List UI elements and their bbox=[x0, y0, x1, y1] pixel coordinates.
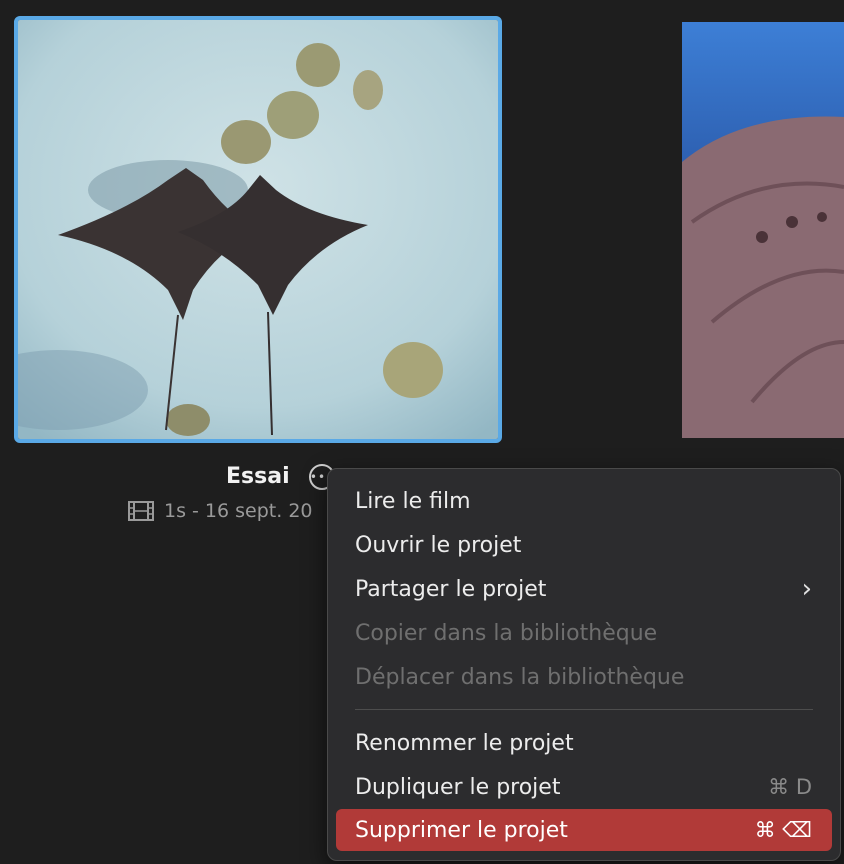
project-meta-text: 1s - 16 sept. 20 bbox=[164, 500, 313, 522]
shortcut-delete: ⌘ ⌫ bbox=[754, 818, 812, 842]
menu-item-delete-project[interactable]: Supprimer le projet ⌘ ⌫ bbox=[336, 809, 832, 851]
menu-item-share-project[interactable]: Partager le projet › bbox=[336, 568, 832, 610]
project-thumbnail-2[interactable] bbox=[682, 22, 844, 438]
project-context-menu: Lire le film Ouvrir le projet Partager l… bbox=[327, 468, 841, 861]
menu-item-copy-to-library: Copier dans la bibliothèque bbox=[355, 620, 658, 646]
manatee-image bbox=[682, 22, 844, 438]
menu-item-rename-project[interactable]: Renommer le projet bbox=[336, 722, 832, 764]
menu-item-move-to-library: Déplacer dans la bibliothèque bbox=[355, 664, 685, 690]
menu-separator bbox=[355, 709, 813, 710]
project-title[interactable]: Essai bbox=[226, 464, 290, 489]
shortcut-duplicate: ⌘ D bbox=[768, 775, 812, 799]
menu-item-duplicate-project[interactable]: Dupliquer le projet ⌘ D bbox=[336, 766, 832, 808]
projects-browser: Essai ••• 1s - 16 sept. 20 Lire le film … bbox=[0, 0, 844, 864]
manta-rays-image bbox=[18, 20, 498, 439]
menu-item-play-movie[interactable]: Lire le film bbox=[336, 480, 832, 522]
project-meta: 1s - 16 sept. 20 bbox=[128, 500, 313, 522]
project-thumbnail-essai[interactable] bbox=[14, 16, 502, 443]
menu-item-open-project[interactable]: Ouvrir le projet bbox=[336, 524, 832, 566]
film-strip-icon bbox=[128, 501, 154, 521]
chevron-right-icon: › bbox=[801, 574, 812, 604]
